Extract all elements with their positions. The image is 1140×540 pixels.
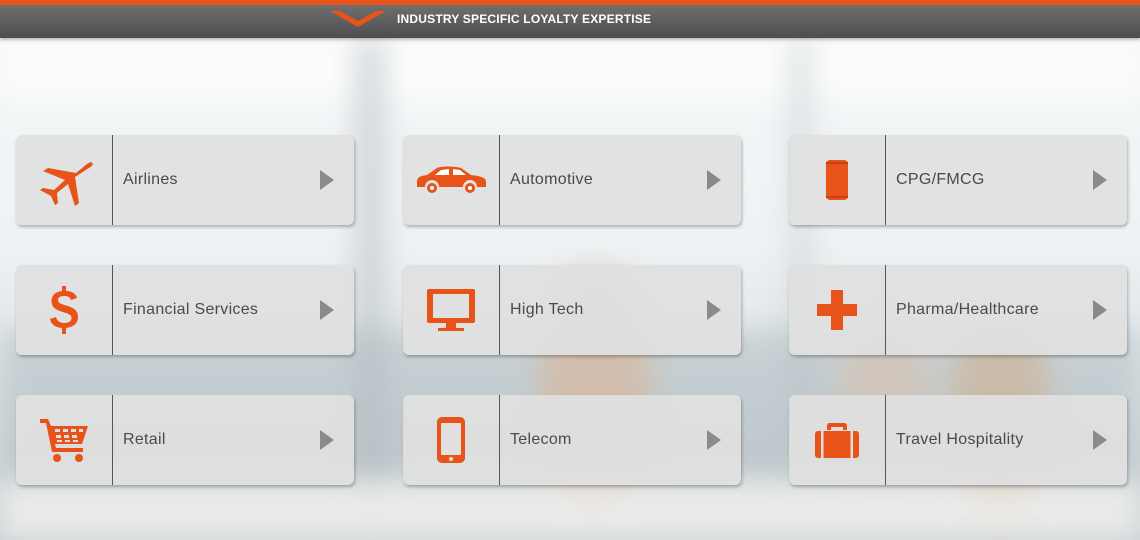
industry-tile-financial-services[interactable]: Financial Services <box>16 265 354 355</box>
industry-label: Pharma/Healthcare <box>896 301 1039 318</box>
industry-label: High Tech <box>510 301 584 318</box>
phone-icon <box>437 417 465 463</box>
industry-label: Airlines <box>123 171 178 188</box>
play-arrow-icon <box>1093 300 1107 320</box>
monitor-icon <box>427 289 475 331</box>
briefcase-icon <box>815 423 859 458</box>
industry-label: CPG/FMCG <box>896 171 985 188</box>
dollar-icon <box>50 286 78 334</box>
play-arrow-icon <box>707 300 721 320</box>
play-arrow-icon <box>320 300 334 320</box>
medical-cross-icon <box>817 290 857 330</box>
industry-tile-pharma-healthcare[interactable]: Pharma/Healthcare <box>789 265 1127 355</box>
industry-label: Financial Services <box>123 301 259 318</box>
car-icon <box>417 166 486 193</box>
can-icon <box>826 160 848 200</box>
industry-tile-automotive[interactable]: Automotive <box>403 135 741 225</box>
play-arrow-icon <box>320 430 334 450</box>
industry-label: Travel Hospitality <box>896 431 1024 448</box>
industry-tile-airlines[interactable]: Airlines <box>16 135 354 225</box>
industry-tile-high-tech[interactable]: High Tech <box>403 265 741 355</box>
play-arrow-icon <box>707 170 721 190</box>
industry-tile-travel-hospitality[interactable]: Travel Hospitality <box>789 395 1127 485</box>
industry-tile-cpg-fmcg[interactable]: CPG/FMCG <box>789 135 1127 225</box>
play-arrow-icon <box>707 430 721 450</box>
play-arrow-icon <box>1093 170 1107 190</box>
industry-label: Retail <box>123 431 166 448</box>
industry-label: Telecom <box>510 431 572 448</box>
industry-tile-retail[interactable]: Retail <box>16 395 354 485</box>
chevron-down-icon[interactable] <box>330 9 386 29</box>
industry-label: Automotive <box>510 171 594 188</box>
shopping-cart-icon <box>40 419 88 462</box>
top-header-bar: INDUSTRY SPECIFIC LOYALTY EXPERTISE <box>0 0 1140 38</box>
industry-tile-telecom[interactable]: Telecom <box>403 395 741 485</box>
page-title: INDUSTRY SPECIFIC LOYALTY EXPERTISE <box>397 12 652 26</box>
play-arrow-icon <box>320 170 334 190</box>
play-arrow-icon <box>1093 430 1107 450</box>
airplane-icon <box>40 162 93 206</box>
